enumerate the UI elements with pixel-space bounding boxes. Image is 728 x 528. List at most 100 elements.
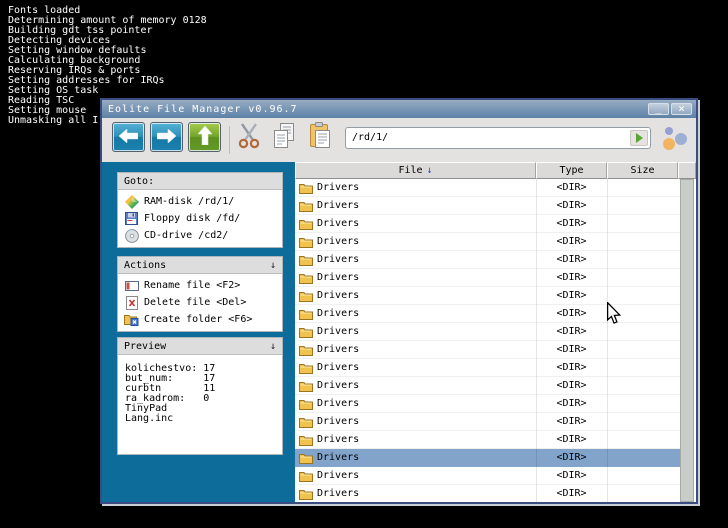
vertical-scrollbar[interactable] xyxy=(680,179,694,502)
column-separator xyxy=(536,179,537,502)
copy-button[interactable] xyxy=(269,122,299,154)
collapse-arrow-icon[interactable]: ↓ xyxy=(270,260,276,271)
sidebar-item-label: RAM-disk /rd/1/ xyxy=(144,196,235,207)
logo-dot-large-blue xyxy=(675,133,687,145)
folder-icon xyxy=(299,362,317,374)
collapse-arrow-icon[interactable]: ↓ xyxy=(270,341,276,352)
action-label: Delete file <Del> xyxy=(144,297,247,308)
file-row[interactable]: Drivers <DIR> xyxy=(295,323,680,341)
action-rename-file[interactable]: Rename file <F2> xyxy=(118,277,282,294)
main-area: Goto: RAM-disk /rd/1/ Floppy disk /fd/ C… xyxy=(102,162,696,502)
file-type: <DIR> xyxy=(556,362,587,373)
cut-button[interactable] xyxy=(234,122,264,154)
cd-drive-icon xyxy=(123,228,140,243)
logo-dot-small-blue xyxy=(665,127,673,135)
action-create-folder[interactable]: Create folder <F6> xyxy=(118,311,282,328)
column-label: Size xyxy=(630,165,655,176)
file-row[interactable]: Drivers <DIR> xyxy=(295,467,680,485)
file-row[interactable]: Drivers <DIR> xyxy=(295,341,680,359)
folder-icon xyxy=(299,452,317,464)
preview-panel-header: Preview ↓ xyxy=(118,338,282,355)
goto-panel: Goto: RAM-disk /rd/1/ Floppy disk /fd/ C… xyxy=(117,172,283,248)
file-type: <DIR> xyxy=(556,470,587,481)
file-row[interactable]: Drivers <DIR> xyxy=(295,215,680,233)
file-row[interactable]: Drivers <DIR> xyxy=(295,179,680,197)
folder-icon xyxy=(299,326,317,338)
file-type: <DIR> xyxy=(556,218,587,229)
file-row[interactable]: Drivers <DIR> xyxy=(295,287,680,305)
file-row[interactable]: Drivers <DIR> xyxy=(295,305,680,323)
create-folder-icon xyxy=(123,313,140,326)
file-type: <DIR> xyxy=(556,488,587,499)
go-button[interactable] xyxy=(630,130,648,146)
file-row[interactable]: Drivers <DIR> xyxy=(295,359,680,377)
sort-arrow-icon: ↓ xyxy=(426,165,433,176)
file-row[interactable]: Drivers <DIR> xyxy=(295,269,680,287)
ram-disk-icon xyxy=(123,194,140,209)
file-name: Drivers xyxy=(317,254,360,265)
file-row[interactable]: Drivers <DIR> xyxy=(295,485,680,502)
file-row[interactable]: Drivers <DIR> xyxy=(295,197,680,215)
action-delete-file[interactable]: Delete file <Del> xyxy=(118,294,282,311)
file-type: <DIR> xyxy=(556,416,587,427)
file-name: Drivers xyxy=(317,380,360,391)
folder-icon xyxy=(299,182,317,194)
action-label: Create folder <F6> xyxy=(144,314,253,325)
folder-icon xyxy=(299,416,317,428)
file-row[interactable]: Drivers <DIR> xyxy=(295,449,680,467)
file-type: <DIR> xyxy=(556,380,587,391)
folder-icon xyxy=(299,290,317,302)
close-button[interactable]: × xyxy=(671,103,692,115)
folder-icon xyxy=(299,488,317,500)
path-input[interactable]: /rd/1/ xyxy=(345,127,651,149)
column-label: Type xyxy=(559,165,584,176)
mouse-cursor xyxy=(606,301,622,329)
toolbar: /rd/1/ xyxy=(102,118,696,162)
file-type: <DIR> xyxy=(556,254,587,265)
sidebar-item-ram-disk[interactable]: RAM-disk /rd/1/ xyxy=(118,193,282,210)
folder-icon xyxy=(299,344,317,356)
file-name: Drivers xyxy=(317,290,360,301)
file-row[interactable]: Drivers <DIR> xyxy=(295,251,680,269)
file-name: Drivers xyxy=(317,398,360,409)
column-label: File xyxy=(398,165,423,176)
file-row[interactable]: Drivers <DIR> xyxy=(295,233,680,251)
file-type: <DIR> xyxy=(556,236,587,247)
go-arrow-icon xyxy=(635,133,643,143)
sidebar-item-cd-drive[interactable]: CD-drive /cd2/ xyxy=(118,227,282,244)
file-row[interactable]: Drivers <DIR> xyxy=(295,377,680,395)
minimize-button[interactable]: _ xyxy=(648,103,669,115)
folder-icon xyxy=(299,218,317,230)
column-header-size[interactable]: Size xyxy=(607,162,678,179)
file-name: Drivers xyxy=(317,200,360,211)
file-rows: Drivers <DIR> Drivers <DIR> Drivers <DIR> Driv… xyxy=(295,179,680,502)
file-name: Drivers xyxy=(317,434,360,445)
file-type: <DIR> xyxy=(556,434,587,445)
file-type: <DIR> xyxy=(556,308,587,319)
eolite-window: Eolite File Manager v0.96.7 _ × /rd/1/ G… xyxy=(100,98,698,504)
file-name: Drivers xyxy=(317,488,360,499)
paste-button[interactable] xyxy=(305,122,335,154)
forward-button[interactable] xyxy=(150,122,183,152)
file-row[interactable]: Drivers <DIR> xyxy=(295,431,680,449)
scissors-icon xyxy=(238,123,260,153)
titlebar[interactable]: Eolite File Manager v0.96.7 _ × xyxy=(102,100,696,118)
column-header-file[interactable]: File ↓ xyxy=(295,162,536,179)
up-arrow-icon xyxy=(196,125,213,149)
column-header-type[interactable]: Type xyxy=(536,162,607,179)
file-name: Drivers xyxy=(317,272,360,283)
back-button[interactable] xyxy=(112,122,145,152)
folder-icon xyxy=(299,470,317,482)
file-row[interactable]: Drivers <DIR> xyxy=(295,413,680,431)
path-value: /rd/1/ xyxy=(352,132,389,143)
file-type: <DIR> xyxy=(556,272,587,283)
up-button[interactable] xyxy=(188,122,221,152)
file-row[interactable]: Drivers <DIR> xyxy=(295,395,680,413)
file-name: Drivers xyxy=(317,344,360,355)
scrollbar-thumb[interactable] xyxy=(680,179,694,502)
sidebar-item-floppy[interactable]: Floppy disk /fd/ xyxy=(118,210,282,227)
goto-panel-title: Goto: xyxy=(124,175,155,187)
header-corner xyxy=(678,162,696,179)
action-label: Rename file <F2> xyxy=(144,280,241,291)
goto-panel-header: Goto: xyxy=(118,173,282,190)
